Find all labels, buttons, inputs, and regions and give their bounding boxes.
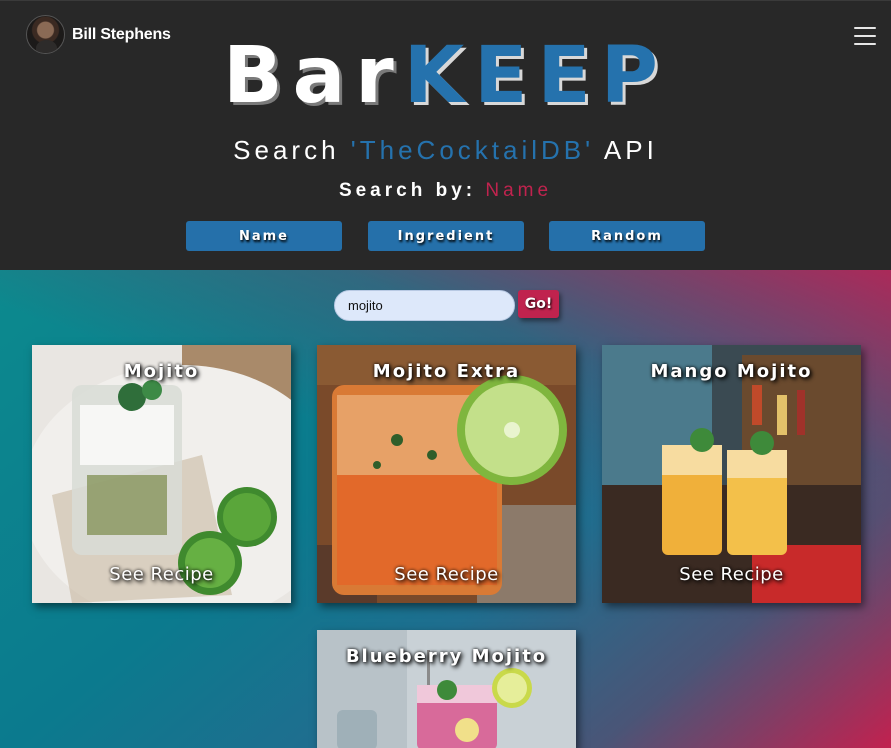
search-by-indicator: Search by: Name	[0, 179, 891, 203]
see-recipe-link[interactable]: See Recipe	[317, 564, 576, 585]
subtitle-suffix: API	[603, 135, 658, 165]
search-mode-name-button[interactable]: Name	[186, 221, 342, 251]
search-mode-ingredient-button[interactable]: Ingredient	[368, 221, 524, 251]
search-by-label: Search by:	[338, 180, 477, 201]
api-name: 'TheCocktailDB'	[350, 135, 595, 165]
cocktail-card[interactable]: Mojito See Recipe	[32, 345, 291, 603]
cocktail-name: Blueberry Mojito	[345, 646, 548, 667]
see-recipe-link[interactable]: See Recipe	[32, 564, 291, 585]
page-subtitle: Search 'TheCocktailDB' API	[0, 134, 891, 166]
subtitle-prefix: Search	[233, 135, 340, 165]
logo-bar: Bar	[223, 31, 404, 121]
cocktail-name: Mango Mojito	[650, 361, 813, 382]
results-area: Go! Mojito See Recipe	[0, 270, 891, 748]
cocktail-card[interactable]: Blueberry Mojito	[317, 630, 576, 748]
cocktail-name: Mojito Extra	[372, 361, 521, 382]
logo-keep: KEEP	[403, 31, 668, 121]
cocktail-card[interactable]: Mojito Extra See Recipe	[317, 345, 576, 603]
search-input[interactable]	[334, 290, 515, 321]
search-mode-random-button[interactable]: Random	[549, 221, 705, 251]
see-recipe-link[interactable]: See Recipe	[602, 564, 861, 585]
cocktail-name: Mojito	[123, 361, 200, 382]
app-logo: BarKEEP	[0, 34, 891, 118]
search-mode-value: Name	[485, 180, 553, 201]
cocktail-card[interactable]: Mango Mojito See Recipe	[602, 345, 861, 603]
go-button[interactable]: Go!	[518, 290, 559, 318]
app-header: Bill Stephens BarKEEP Search 'TheCocktai…	[0, 0, 891, 270]
